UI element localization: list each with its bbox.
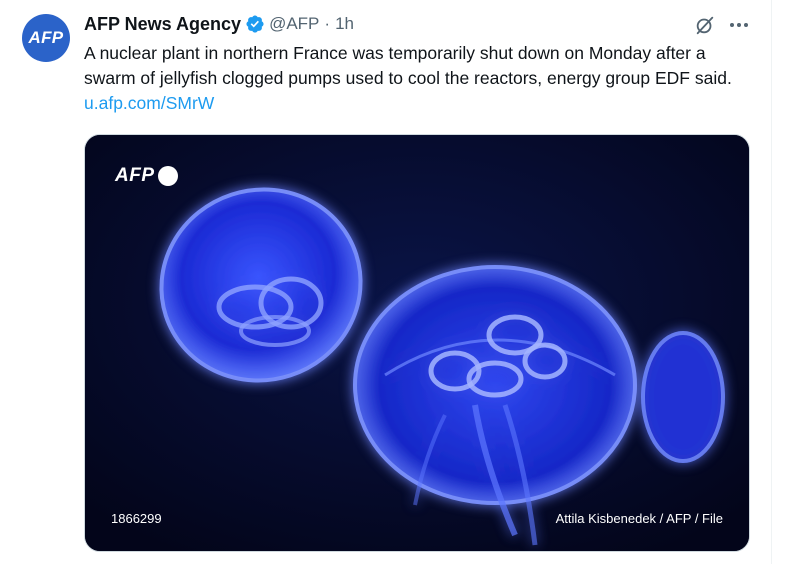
grok-icon[interactable] — [694, 14, 716, 36]
author-name[interactable]: AFP News Agency — [84, 14, 241, 35]
avatar[interactable]: AFP — [22, 14, 70, 62]
tweet-body: A nuclear plant in northern France was t… — [84, 43, 732, 88]
verified-badge-icon — [246, 15, 264, 33]
afp-watermark-logo: AFP — [115, 165, 178, 187]
jellyfish-photo — [85, 135, 749, 551]
tweet-header: AFP News Agency @AFP · 1h — [84, 12, 354, 36]
photo-credit: Attila Kisbenedek / AFP / File — [555, 511, 723, 526]
photo-id: 1866299 — [111, 511, 162, 526]
tweet-photo[interactable]: AFP 1866299 Attila Kisbenedek / AFP / Fi… — [84, 134, 750, 552]
afp-watermark-text: AFP — [115, 165, 155, 186]
separator: · — [324, 14, 331, 33]
timestamp[interactable]: 1h — [335, 14, 354, 34]
tweet-link[interactable]: u.afp.com/SMrW — [84, 93, 214, 113]
author-handle[interactable]: @AFP — [269, 14, 319, 34]
more-options-icon[interactable] — [728, 14, 750, 36]
tweet-text: A nuclear plant in northern France was t… — [84, 41, 749, 116]
timeline-divider — [771, 0, 772, 564]
afp-watermark-dot — [157, 166, 178, 186]
